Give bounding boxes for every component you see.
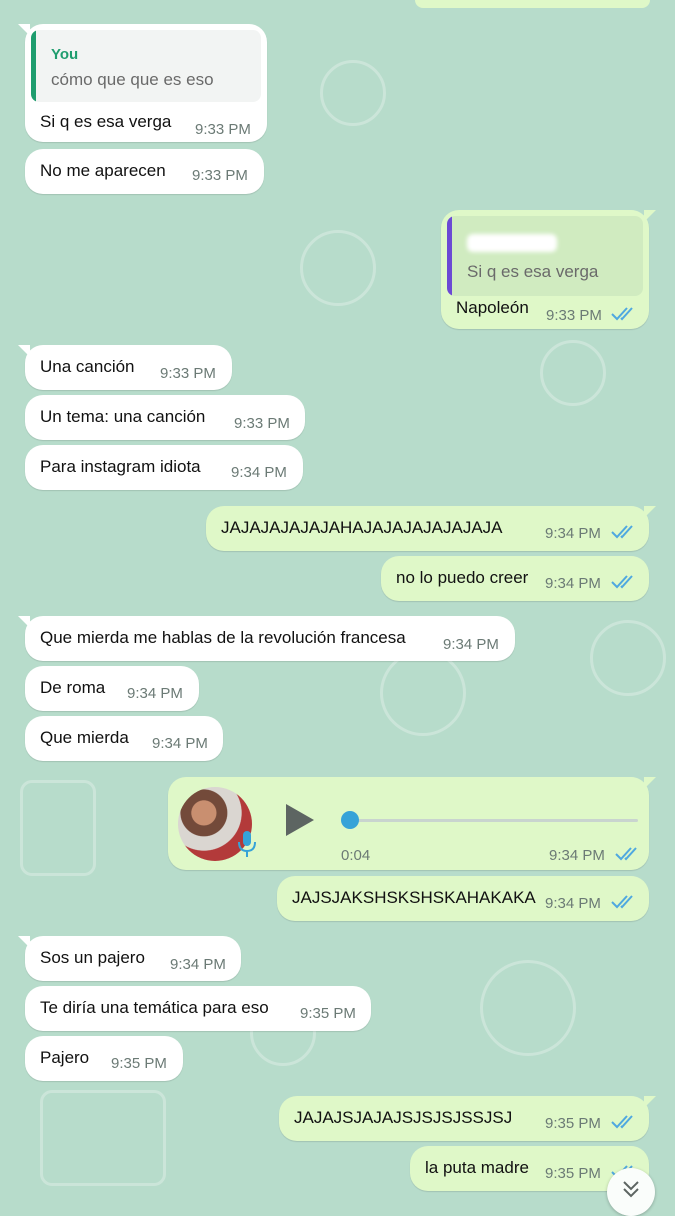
message-time: 9:34 PM <box>443 636 499 653</box>
message-time: 9:33 PM <box>234 415 290 432</box>
quote-author-redacted <box>467 234 557 252</box>
message-time: 9:33 PM <box>160 365 216 382</box>
message-text: Napoleón <box>456 298 529 317</box>
incoming-message[interactable]: Para instagram idiota 9:34 PM <box>25 445 303 490</box>
message-text: JAJAJSJAJAJSJSJSJSSJSJ <box>294 1108 513 1127</box>
message-text: Que mierda <box>40 728 129 747</box>
quote-text: cómo que que es eso <box>51 70 214 89</box>
message-time: 9:35 PM <box>111 1055 167 1072</box>
outgoing-message[interactable]: JAJAJSJAJAJSJSJSJSSJSJ 9:35 PM <box>279 1096 656 1141</box>
incoming-message[interactable]: You cómo que que es eso Si q es esa verg… <box>18 24 267 142</box>
message-text: Un tema: una canción <box>40 407 206 426</box>
play-icon[interactable] <box>286 804 314 836</box>
message-text: Una canción <box>40 357 135 376</box>
message-text: Sos un pajero <box>40 948 145 967</box>
playback-track[interactable] <box>350 819 638 822</box>
message-text: Te diría una temática para eso <box>40 998 269 1017</box>
quoted-message[interactable]: Si q es esa verga <box>447 216 643 296</box>
outgoing-message[interactable]: no lo puedo creer 9:34 PM <box>381 556 649 601</box>
message-time: 9:34 PM <box>152 735 208 752</box>
double-check-icon <box>611 1113 637 1131</box>
bubble-tail <box>644 210 656 222</box>
message-time: 9:34 PM <box>545 575 601 592</box>
bubble-tail <box>18 345 30 357</box>
message-time: 9:35 PM <box>545 1115 601 1132</box>
message-text: Pajero <box>40 1048 90 1067</box>
double-check-icon <box>611 893 637 911</box>
message-text: no lo puedo creer <box>396 568 529 587</box>
message-text: De roma <box>40 678 106 697</box>
bubble-tail <box>18 24 30 36</box>
message-text: la puta madre <box>425 1158 529 1177</box>
message-time: 9:33 PM <box>195 121 251 138</box>
message-text: JAJSJAKSHSKSHSKAHAKAKA <box>292 888 536 907</box>
quoted-message[interactable]: You cómo que que es eso <box>31 30 261 102</box>
message-time: 9:35 PM <box>545 1165 601 1182</box>
scroll-to-bottom-button[interactable] <box>607 1168 655 1216</box>
voice-message[interactable]: 0:04 9:34 PM <box>168 777 656 870</box>
mic-icon <box>236 829 258 864</box>
outgoing-message[interactable]: JAJAJAJAJAJAHAJAJAJAJAJAJAJA 9:34 PM <box>206 506 656 551</box>
quote-bar <box>31 30 36 102</box>
quote-bar <box>447 216 452 296</box>
message-text: Para instagram idiota <box>40 457 201 476</box>
message-text: Si q es esa verga <box>40 112 172 131</box>
incoming-message[interactable]: No me aparecen 9:33 PM <box>25 149 264 194</box>
double-check-icon <box>611 305 637 323</box>
bubble-tail <box>644 777 656 789</box>
message-time: 9:33 PM <box>192 167 248 184</box>
outgoing-message[interactable]: Si q es esa verga Napoleón 9:33 PM <box>441 210 656 329</box>
message-text: Que mierda me hablas de la revolución fr… <box>40 628 406 647</box>
message-time: 9:35 PM <box>300 1005 356 1022</box>
message-time: 9:34 PM <box>545 525 601 542</box>
message-time: 9:33 PM <box>546 307 602 324</box>
message-time: 9:34 PM <box>127 685 183 702</box>
chevron-double-down-icon <box>621 1178 641 1205</box>
outgoing-message[interactable]: JAJSJAKSHSKSHSKAHAKAKA 9:34 PM <box>277 876 649 921</box>
message-time: 9:34 PM <box>545 895 601 912</box>
previous-message-bubble <box>415 0 650 8</box>
incoming-message[interactable]: Una canción 9:33 PM <box>18 345 232 390</box>
message-time: 9:34 PM <box>231 464 287 481</box>
incoming-message[interactable]: Que mierda 9:34 PM <box>25 716 223 761</box>
incoming-message[interactable]: Sos un pajero 9:34 PM <box>18 936 241 981</box>
message-time: 9:34 PM <box>170 956 226 973</box>
bubble-tail <box>644 506 656 518</box>
playback-knob[interactable] <box>341 811 359 829</box>
quote-author: You <box>51 46 79 63</box>
message-time: 9:34 PM <box>549 847 605 864</box>
incoming-message[interactable]: Te diría una temática para eso 9:35 PM <box>25 986 371 1031</box>
quote-text: Si q es esa verga <box>467 262 599 281</box>
bubble-tail <box>644 1096 656 1108</box>
incoming-message[interactable]: Un tema: una canción 9:33 PM <box>25 395 305 440</box>
incoming-message[interactable]: Pajero 9:35 PM <box>25 1036 183 1081</box>
double-check-icon <box>615 845 641 863</box>
incoming-message[interactable]: Que mierda me hablas de la revolución fr… <box>18 616 515 661</box>
double-check-icon <box>611 523 637 541</box>
voice-duration: 0:04 <box>341 847 371 864</box>
double-check-icon <box>611 573 637 591</box>
message-text: No me aparecen <box>40 161 166 180</box>
bubble-tail <box>18 616 30 628</box>
bubble-tail <box>18 936 30 948</box>
message-text: JAJAJAJAJAJAHAJAJAJAJAJAJAJA <box>221 518 503 537</box>
incoming-message[interactable]: De roma 9:34 PM <box>25 666 199 711</box>
